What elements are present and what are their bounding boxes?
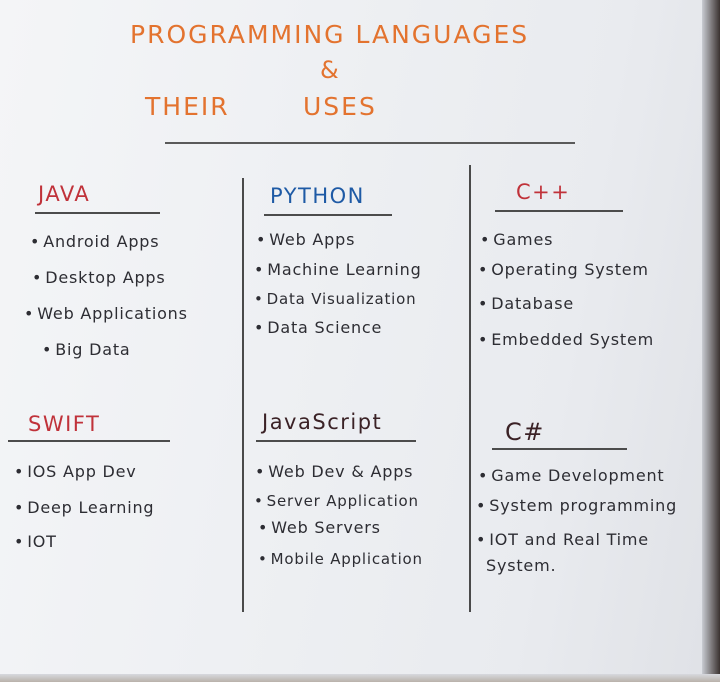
heading-cpp-underline (495, 210, 623, 212)
heading-javascript-underline (256, 440, 416, 442)
poster-title-uses: USES (303, 92, 377, 121)
heading-csharp: C# (505, 418, 545, 446)
poster-title-their: THEIR (145, 92, 230, 121)
column-divider-right (469, 165, 471, 612)
swift-item: IOT (14, 532, 57, 551)
poster-paper: PROGRAMMING LANGUAGES & THEIR USES JAVA … (0, 0, 720, 682)
heading-cpp: C++ (516, 180, 571, 204)
heading-python-underline (264, 214, 392, 216)
column-divider-left (242, 178, 244, 612)
swift-item: IOS App Dev (14, 462, 137, 481)
python-item: Data Science (254, 318, 382, 337)
photo-edge-bottom (0, 674, 720, 682)
csharp-item: Game Development (478, 466, 664, 485)
javascript-item: Web Dev & Apps (255, 462, 413, 481)
cpp-item: Embedded System (478, 330, 654, 349)
java-item: Desktop Apps (32, 268, 166, 287)
title-divider (165, 142, 575, 144)
heading-java-underline (35, 212, 160, 214)
csharp-item-continuation: System. (486, 556, 557, 575)
python-item: Machine Learning (254, 260, 422, 279)
heading-python: PYTHON (270, 184, 365, 208)
heading-swift-underline (8, 440, 170, 442)
photo-edge-right (702, 0, 720, 682)
javascript-item: Mobile Application (258, 550, 423, 568)
heading-javascript: JavaScript (262, 410, 383, 434)
javascript-item: Server Application (254, 492, 419, 510)
poster-title-ampersand: & (320, 56, 341, 84)
python-item: Web Apps (256, 230, 355, 249)
heading-csharp-underline (492, 448, 627, 450)
cpp-item: Operating System (478, 260, 649, 279)
cpp-item: Database (478, 294, 574, 313)
java-item: Android Apps (30, 232, 159, 251)
swift-item: Deep Learning (14, 498, 154, 517)
java-item: Web Applications (24, 304, 188, 323)
heading-java: JAVA (38, 182, 91, 206)
csharp-item: IOT and Real Time (476, 530, 649, 549)
cpp-item: Games (480, 230, 553, 249)
python-item: Data Visualization (254, 290, 416, 308)
java-item: Big Data (42, 340, 131, 359)
heading-swift: SWIFT (28, 412, 101, 436)
poster-title-line1: PROGRAMMING LANGUAGES (130, 20, 530, 49)
csharp-item: System programming (476, 496, 677, 515)
javascript-item: Web Servers (258, 518, 381, 537)
